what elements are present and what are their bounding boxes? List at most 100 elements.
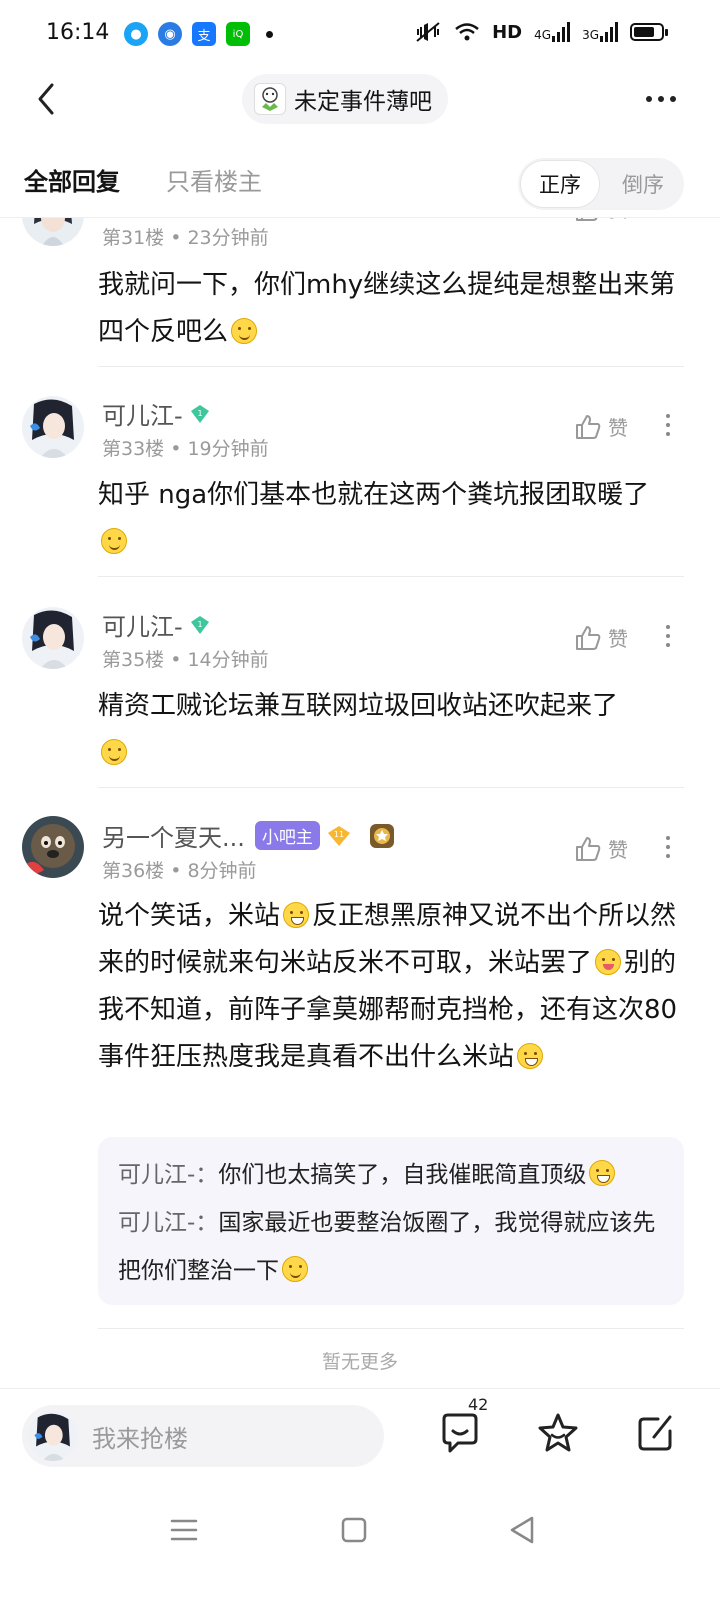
level-gem-icon: 1 (190, 404, 209, 423)
top-header: 未定事件薄吧 (0, 70, 720, 128)
network-hd-label: HD (492, 21, 523, 43)
more-dot (670, 96, 676, 102)
wifi-icon (455, 23, 479, 41)
smile-emoji-icon (282, 1256, 308, 1282)
favorite-button[interactable] (536, 1411, 580, 1455)
forum-title-pill[interactable]: 未定事件薄吧 (242, 74, 448, 124)
thumb-up-icon (576, 836, 601, 861)
more-options-button[interactable] (636, 74, 686, 124)
sub-reply-text: 你们也太搞笑了，自我催眠简直顶级 (218, 1162, 587, 1188)
back-triangle-icon (510, 1516, 534, 1544)
comment-count: 42 (468, 1395, 489, 1414)
chevron-left-icon (38, 83, 54, 115)
post-more-button[interactable] (664, 836, 672, 858)
hug-emoji-icon (101, 739, 127, 765)
grin-emoji-icon (283, 902, 310, 928)
post-content: 说个笑话，米站 反正想黑原神又说不出个所以然来的时候就来句米站反米不可取，米站罢了… (98, 893, 678, 1081)
forum-logo-icon (254, 83, 286, 115)
like-button[interactable]: 赞 (574, 834, 628, 863)
avatar[interactable] (22, 396, 84, 458)
sub-replies-box[interactable]: 可儿江-：你们也太搞笑了，自我催眠简直顶级 可儿江-：国家最近也要整治饭圈了，我… (98, 1137, 684, 1305)
nav-back-button[interactable] (504, 1512, 540, 1548)
like-button[interactable]: 赞 (574, 623, 628, 652)
post-floor-time: 第33楼 • 19分钟前 (102, 438, 269, 460)
no-more-label: 暂无更多 (321, 1351, 398, 1373)
post-floor-time: 第31楼 • 23分钟前 (102, 227, 269, 249)
divider (98, 1328, 684, 1329)
username-text: 可儿江- (102, 613, 183, 641)
sub-reply-author[interactable]: 可儿江-： (118, 1162, 218, 1188)
username[interactable]: 另一个夏天... 小吧主 11 (102, 818, 396, 853)
post-content: 我就问一下，你们mhy继续这么提纯是想整出来第四个反吧么 (98, 262, 678, 356)
reply-placeholder: 我来抢楼 (92, 1424, 188, 1453)
level-badge-icon: 11 (327, 825, 350, 846)
forum-name: 未定事件薄吧 (294, 89, 432, 115)
share-button[interactable] (634, 1411, 678, 1455)
like-button[interactable]: 赞 (574, 412, 628, 441)
notification-dot-icon (266, 30, 273, 38)
post-divider (98, 576, 684, 577)
username[interactable]: 可儿江- 1 (102, 396, 211, 431)
tab-all-replies[interactable]: 全部回复 (24, 162, 120, 197)
post-divider (98, 787, 684, 788)
sub-reply[interactable]: 可儿江-：你们也太搞笑了，自我催眠简直顶级 (118, 1151, 664, 1199)
medal-icon (369, 823, 394, 848)
level-gem-icon: 1 (190, 615, 209, 634)
signal-3g-icon: 3G (582, 22, 618, 42)
bottom-action-bar: 我来抢楼 42 (0, 1388, 720, 1484)
iqiyi-icon: iQ (226, 22, 250, 46)
smile-emoji-icon (231, 318, 258, 344)
tongue-emoji-icon (595, 949, 622, 975)
post-more-button[interactable] (664, 414, 672, 436)
svg-text:1: 1 (197, 409, 202, 418)
like-label: 赞 (608, 416, 628, 440)
battery-icon (630, 23, 668, 41)
post-content-text: 精资工贼论坛兼互联网垃圾回收站还吹起来了 (98, 691, 619, 721)
more-dot (658, 96, 664, 102)
status-app-icons: ● ◉ 支 iQ (124, 22, 273, 46)
post-content: 精资工贼论坛兼互联网垃圾回收站还吹起来了 (98, 683, 678, 777)
alipay-icon: 支 (192, 22, 216, 46)
order-toggle: 正序 倒序 (518, 158, 684, 210)
reply-input[interactable]: 我来抢楼 (22, 1405, 384, 1467)
back-button[interactable] (26, 74, 66, 124)
signal-3g-label: 3G (582, 28, 599, 42)
order-asc-button[interactable]: 正序 (520, 160, 600, 208)
svg-text:1: 1 (197, 620, 202, 629)
sub-reply-author[interactable]: 可儿江-： (118, 1210, 218, 1236)
signal-4g-icon: 4G (534, 22, 571, 42)
username-text: 可儿江- (102, 402, 183, 430)
thumb-up-icon (576, 625, 601, 650)
post-floor-time: 第36楼 • 8分钟前 (102, 860, 257, 882)
comment-icon (442, 1413, 478, 1453)
comments-button[interactable] (438, 1411, 482, 1455)
post-content-text: 我就问一下，你们mhy继续这么提纯是想整出来第四个反吧么 (98, 270, 676, 347)
post-more-button[interactable] (664, 625, 672, 647)
like-label: 赞 (608, 627, 628, 651)
avatar[interactable] (22, 816, 84, 878)
moderator-badge: 小吧主 (254, 821, 320, 850)
signal-4g-label: 4G (534, 28, 552, 42)
nav-home-button[interactable] (336, 1512, 372, 1548)
status-bar: 16:14 ● ◉ 支 iQ HD 4G 3G (0, 0, 720, 70)
username[interactable]: 可儿江- 1 (102, 607, 211, 642)
grin-emoji-icon (517, 1043, 544, 1069)
mute-vibrate-icon (416, 22, 440, 42)
post-content: 知乎 nga你们基本也就在这两个粪坑报团取暖了 (98, 472, 678, 566)
username-text: 另一个夏天... (102, 824, 245, 852)
post-content-text-1: 说个笑话，米站 (98, 901, 281, 931)
laugh-emoji-icon (589, 1160, 616, 1186)
menu-icon (170, 1519, 198, 1541)
sub-reply[interactable]: 可儿江-：国家最近也要整治饭圈了，我觉得就应该先把你们整治一下 (118, 1199, 664, 1295)
post-content-text: 知乎 nga你们基本也就在这两个粪坑报团取暖了 (98, 480, 650, 510)
like-label: 赞 (608, 838, 628, 862)
system-nav-bar (0, 1484, 720, 1600)
nav-menu-button[interactable] (166, 1512, 202, 1548)
order-desc-button[interactable]: 倒序 (604, 160, 682, 208)
avatar[interactable] (22, 607, 84, 669)
share-icon (638, 1415, 672, 1451)
reply-tabs-bar: 全部回复 只看楼主 正序 倒序 (0, 148, 720, 218)
tab-owner-only[interactable]: 只看楼主 (166, 162, 262, 197)
status-right: HD 4G 3G (414, 21, 668, 43)
status-time: 16:14 (46, 20, 110, 45)
